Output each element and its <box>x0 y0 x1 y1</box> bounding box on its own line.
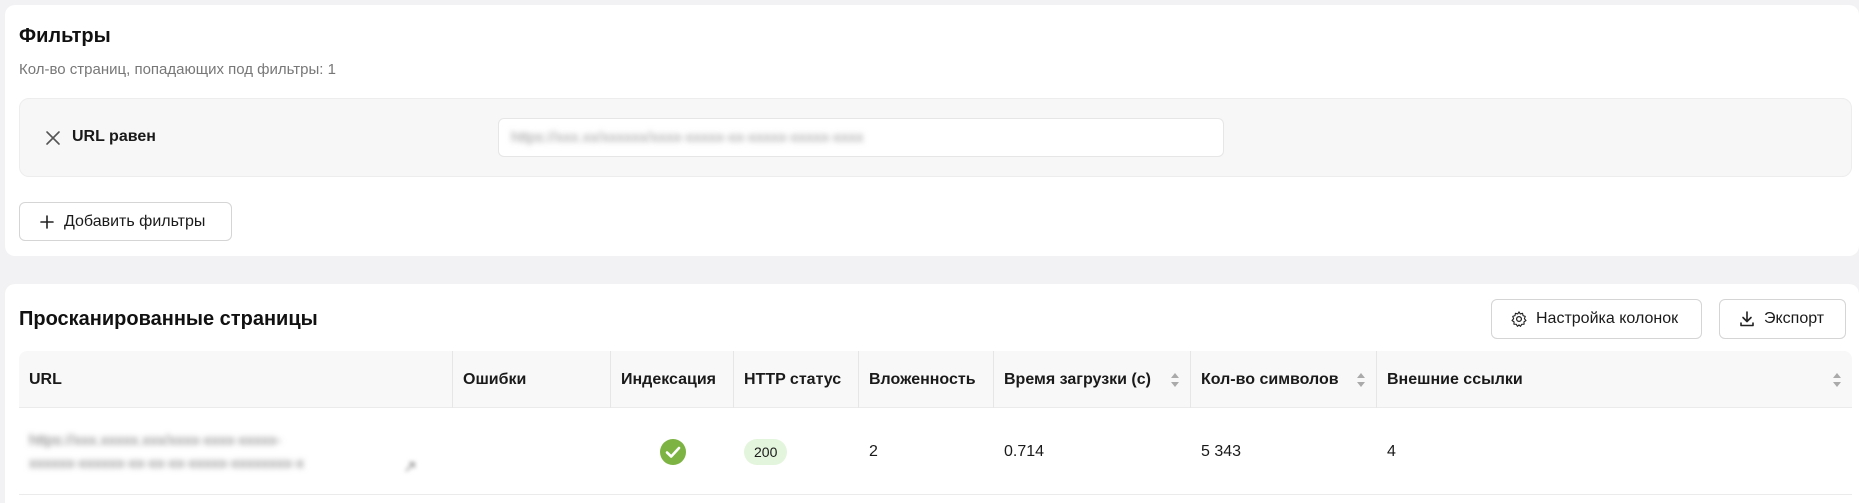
url-line: https://xxx.xxxxx.xxx/xxxx-xxxx-xxxxx- <box>29 431 282 449</box>
external-link-icon[interactable] <box>403 460 417 474</box>
filters-panel: Фильтры Кол-во страниц, попадающих под ф… <box>5 5 1859 256</box>
url-cell[interactable]: https://xxx.xxxxx.xxx/xxxx-xxxx-xxxxx- x… <box>19 408 453 495</box>
external-links-value: 4 <box>1387 442 1396 460</box>
column-settings-label: Настройка колонок <box>1536 310 1679 327</box>
column-header-label: URL <box>29 370 62 388</box>
column-settings-button[interactable]: Настройка колонок <box>1491 299 1702 339</box>
column-header-label: Ошибки <box>463 370 527 388</box>
filter-condition: URL равен https://xxx.xx/xxxxxx/xxxx-xxx… <box>19 98 1852 177</box>
char-count-cell: 5 343 <box>1191 408 1377 495</box>
column-header-label: Вложенность <box>869 370 976 388</box>
column-header-char-count[interactable]: Кол-во символов <box>1191 351 1377 408</box>
column-header-label: Время загрузки (с) <box>1004 370 1151 388</box>
sort-icon[interactable] <box>1356 372 1366 388</box>
column-header-indexing[interactable]: Индексация <box>611 351 734 408</box>
export-button[interactable]: Экспорт <box>1719 299 1846 339</box>
scanned-pages-panel: Просканированные страницы Настройка коло… <box>5 284 1859 503</box>
export-label: Экспорт <box>1764 310 1825 327</box>
filter-url-input[interactable]: https://xxx.xx/xxxxxx/xxxx-xxxxx-xx-xxxx… <box>498 118 1224 157</box>
sort-icon[interactable] <box>1170 372 1180 388</box>
column-header-depth[interactable]: Вложенность <box>859 351 994 408</box>
sort-icon[interactable] <box>1832 372 1842 388</box>
column-header-label: Внешние ссылки <box>1387 370 1523 388</box>
depth-value: 2 <box>869 442 878 460</box>
indexing-cell <box>611 408 734 495</box>
url-line: xxxxxx-xxxxxx-xx-xx-xx-xxxxx-xxxxxxxx-x <box>29 454 304 472</box>
filters-title: Фильтры <box>19 25 111 47</box>
pages-title: Просканированные страницы <box>19 308 318 330</box>
char-count-value: 5 343 <box>1201 442 1242 460</box>
filter-url-value: https://xxx.xx/xxxxxx/xxxx-xxxxx-xx-xxxx… <box>511 129 864 146</box>
column-header-url[interactable]: URL <box>19 351 453 408</box>
errors-cell <box>453 408 611 495</box>
column-header-label: Кол-во символов <box>1201 370 1339 388</box>
download-icon <box>1738 310 1756 328</box>
table-header: URL Ошибки Индексация HTTP статус Вложен… <box>19 351 1852 408</box>
add-filters-button[interactable]: Добавить фильтры <box>19 202 232 241</box>
column-header-load-time[interactable]: Время загрузки (с) <box>994 351 1191 408</box>
table-row[interactable]: https://xxx.xxxxx.xxx/xxxx-xxxx-xxxxx- x… <box>19 408 1852 495</box>
column-header-label: Индексация <box>621 370 717 388</box>
filter-label: URL равен <box>72 128 156 145</box>
depth-cell: 2 <box>859 408 994 495</box>
load-time-value: 0.714 <box>1004 442 1045 460</box>
filters-count: Кол-во страниц, попадающих под фильтры: … <box>19 61 336 78</box>
plus-icon <box>38 213 56 231</box>
status-badge: 200 <box>744 438 788 465</box>
http-status-cell: 200 <box>734 408 859 495</box>
column-header-http-status[interactable]: HTTP статус <box>734 351 859 408</box>
column-header-errors[interactable]: Ошибки <box>453 351 611 408</box>
gear-icon <box>1510 310 1528 328</box>
add-filters-label: Добавить фильтры <box>64 212 206 230</box>
load-time-cell: 0.714 <box>994 408 1191 495</box>
close-icon[interactable] <box>44 129 62 147</box>
external-links-cell: 4 <box>1377 408 1852 495</box>
check-circle-icon <box>659 438 686 465</box>
column-header-external-links[interactable]: Внешние ссылки <box>1377 351 1852 408</box>
column-header-label: HTTP статус <box>744 370 842 388</box>
